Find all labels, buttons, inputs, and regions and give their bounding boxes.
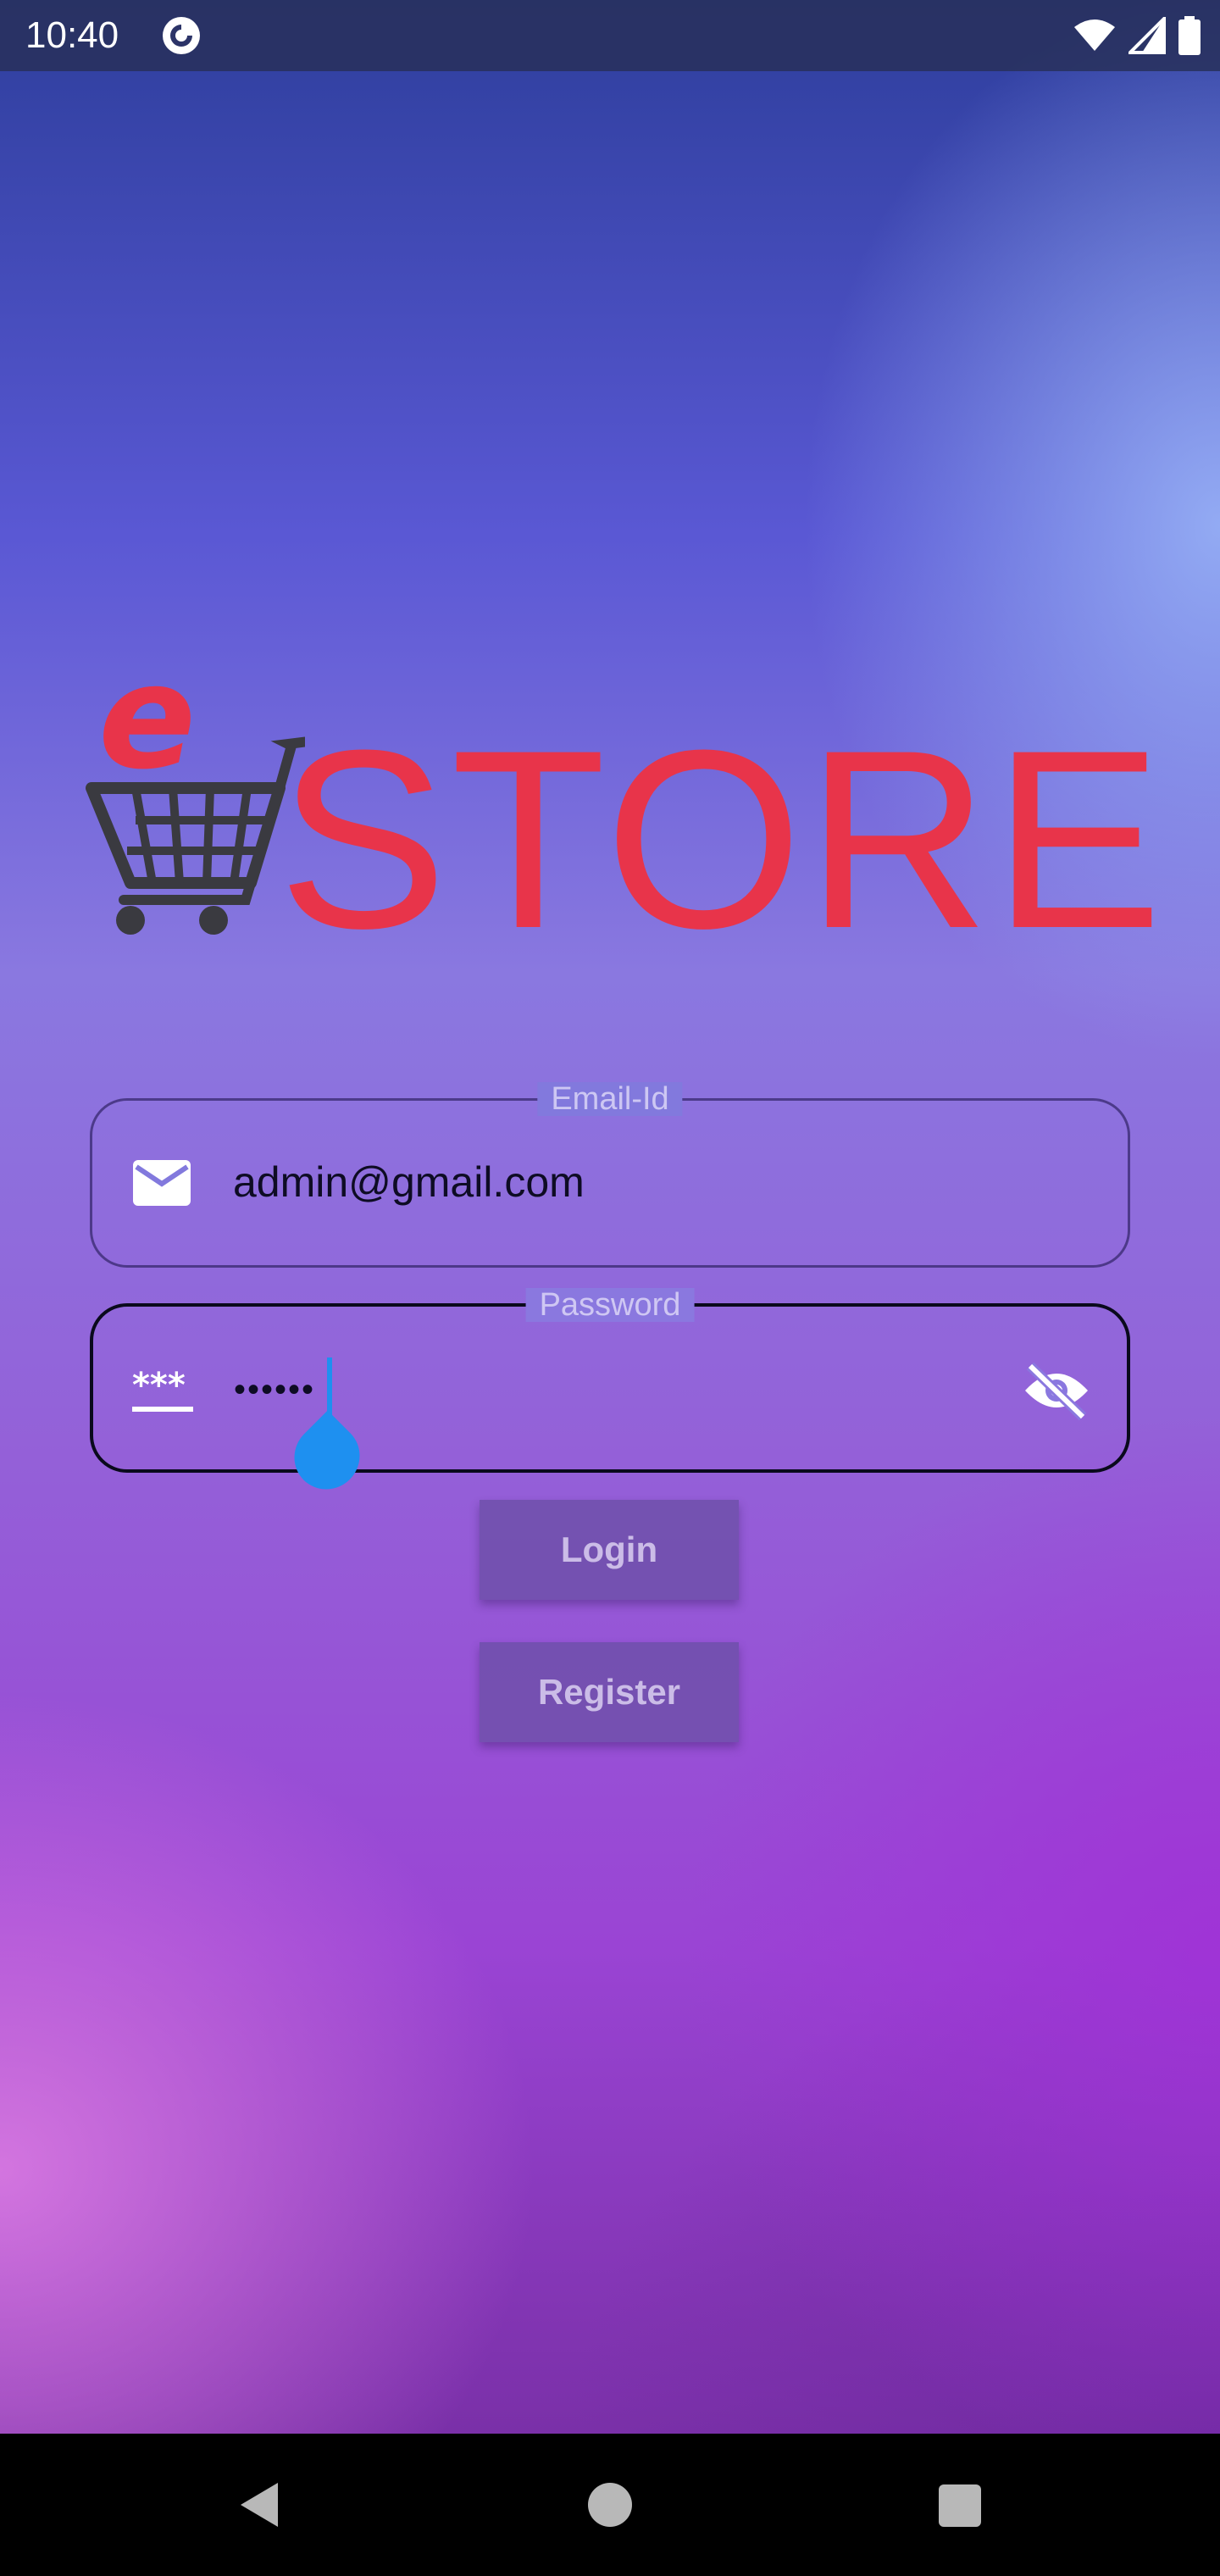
mail-icon <box>133 1160 191 1206</box>
register-button[interactable]: Register <box>480 1642 739 1742</box>
shopping-cart-icon: e <box>86 661 305 935</box>
navigation-bar <box>0 2434 1220 2576</box>
battery-icon <box>1178 16 1201 55</box>
back-icon[interactable] <box>232 2478 286 2532</box>
svg-text:***: *** <box>132 1366 186 1405</box>
password-field[interactable]: Password *** •••••• <box>90 1288 1130 1473</box>
login-screen: 10:40 e STORE Email-Id admin@gmail.com P… <box>0 0 1220 2576</box>
password-field-label: Password <box>525 1288 695 1322</box>
cell-signal-icon <box>1128 17 1166 54</box>
pocket-casts-icon <box>163 17 200 54</box>
status-bar: 10:40 <box>0 0 1220 71</box>
login-button[interactable]: Login <box>480 1500 739 1600</box>
estore-logo: e STORE <box>85 661 1162 966</box>
home-icon[interactable] <box>588 2483 632 2527</box>
status-time: 10:40 <box>25 14 119 56</box>
svg-text:e: e <box>98 661 196 802</box>
email-input[interactable]: admin@gmail.com <box>233 1152 585 1213</box>
recents-icon[interactable] <box>939 2484 981 2527</box>
wifi-icon <box>1074 19 1115 51</box>
password-input[interactable]: •••••• <box>234 1359 315 1420</box>
password-icon: *** <box>132 1366 193 1412</box>
logo-wordmark: STORE <box>278 697 1167 981</box>
status-icons <box>1073 15 1201 56</box>
email-field-label: Email-Id <box>537 1082 683 1116</box>
visibility-off-icon[interactable] <box>1022 1361 1091 1420</box>
email-field[interactable]: Email-Id admin@gmail.com <box>90 1082 1130 1268</box>
